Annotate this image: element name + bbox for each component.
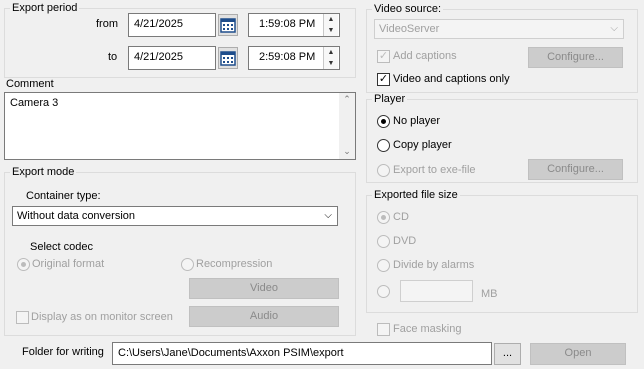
from-label: from [96, 18, 118, 30]
comment-scrollbar[interactable]: ⌃ ⌄ [339, 93, 355, 159]
folder-path-field[interactable]: C:\Users\Jane\Documents\Axxon PSIM\expor… [112, 342, 492, 365]
comment-textarea[interactable]: Camera 3 ⌃ ⌄ [4, 92, 356, 160]
captions-configure-button[interactable]: Configure... [528, 47, 623, 68]
video-captions-only-label: Video and captions only [393, 73, 510, 85]
spin-up-icon[interactable]: ▲ [324, 47, 338, 58]
copy-player-radio[interactable] [377, 139, 390, 152]
from-time-spinner[interactable]: ▲ ▼ [323, 14, 338, 36]
video-source-value: VideoServer [379, 23, 440, 35]
original-format-radio[interactable] [17, 258, 30, 271]
custom-size-radio[interactable] [377, 285, 390, 298]
add-captions-label: Add captions [393, 50, 457, 62]
dvd-label: DVD [393, 235, 417, 247]
display-monitor-checkbox[interactable] [16, 311, 29, 324]
open-button[interactable]: Open [530, 343, 626, 365]
recompression-label: Recompression [196, 258, 273, 270]
to-label: to [108, 51, 118, 63]
container-type-select[interactable]: Without data conversion ⌵ [12, 206, 338, 226]
spin-down-icon[interactable]: ▼ [324, 58, 338, 69]
container-type-value: Without data conversion [17, 210, 136, 222]
calendar-icon [220, 18, 236, 33]
chevron-down-icon: ⌵ [324, 210, 332, 221]
cd-radio[interactable] [377, 211, 390, 224]
player-configure-button[interactable]: Configure... [528, 159, 623, 180]
chevron-up-icon[interactable]: ⌃ [339, 94, 355, 105]
face-masking-checkbox[interactable] [377, 323, 390, 336]
file-size-title: Exported file size [372, 189, 460, 202]
export-mode-title: Export mode [10, 166, 77, 179]
cd-label: CD [393, 211, 409, 223]
container-type-label: Container type: [26, 190, 101, 202]
mb-unit-label: MB [481, 288, 498, 300]
from-calendar-button[interactable] [218, 14, 238, 36]
video-source-title: Video source: [372, 3, 444, 16]
folder-label: Folder for writing [22, 346, 104, 358]
recompression-radio[interactable] [181, 258, 194, 271]
browse-button[interactable]: ... [494, 343, 521, 365]
calendar-icon [220, 51, 236, 66]
divide-alarms-radio[interactable] [377, 259, 390, 272]
original-format-label: Original format [32, 258, 105, 270]
display-monitor-label: Display as on monitor screen [31, 311, 173, 323]
from-date-field[interactable]: 4/21/2025 [128, 13, 216, 37]
comment-text: Camera 3 [10, 97, 59, 109]
export-exe-label: Export to exe-file [393, 164, 476, 176]
chevron-down-icon: ⌵ [610, 23, 618, 34]
dvd-radio[interactable] [377, 235, 390, 248]
spin-down-icon[interactable]: ▼ [324, 25, 338, 36]
to-date-field[interactable]: 4/21/2025 [128, 46, 216, 70]
video-button[interactable]: Video [189, 278, 339, 299]
select-codec-label: Select codec [30, 241, 93, 253]
audio-button[interactable]: Audio [189, 306, 339, 327]
copy-player-label: Copy player [393, 139, 452, 151]
custom-size-input[interactable] [400, 280, 473, 302]
export-exe-radio[interactable] [377, 164, 390, 177]
add-captions-checkbox[interactable]: ✓ [377, 50, 390, 63]
no-player-label: No player [393, 115, 441, 127]
spin-up-icon[interactable]: ▲ [324, 14, 338, 25]
to-time-spinner[interactable]: ▲ ▼ [323, 47, 338, 69]
comment-title: Comment [6, 78, 54, 90]
export-period-title: Export period [10, 2, 80, 15]
player-title: Player [372, 93, 408, 106]
chevron-down-icon[interactable]: ⌄ [339, 146, 355, 157]
no-player-radio[interactable] [377, 115, 390, 128]
divide-alarms-label: Divide by alarms [393, 259, 475, 271]
video-captions-only-checkbox[interactable]: ✓ [377, 73, 390, 86]
to-calendar-button[interactable] [218, 47, 238, 69]
video-source-select[interactable]: VideoServer ⌵ [374, 19, 624, 39]
face-masking-label: Face masking [393, 323, 462, 335]
